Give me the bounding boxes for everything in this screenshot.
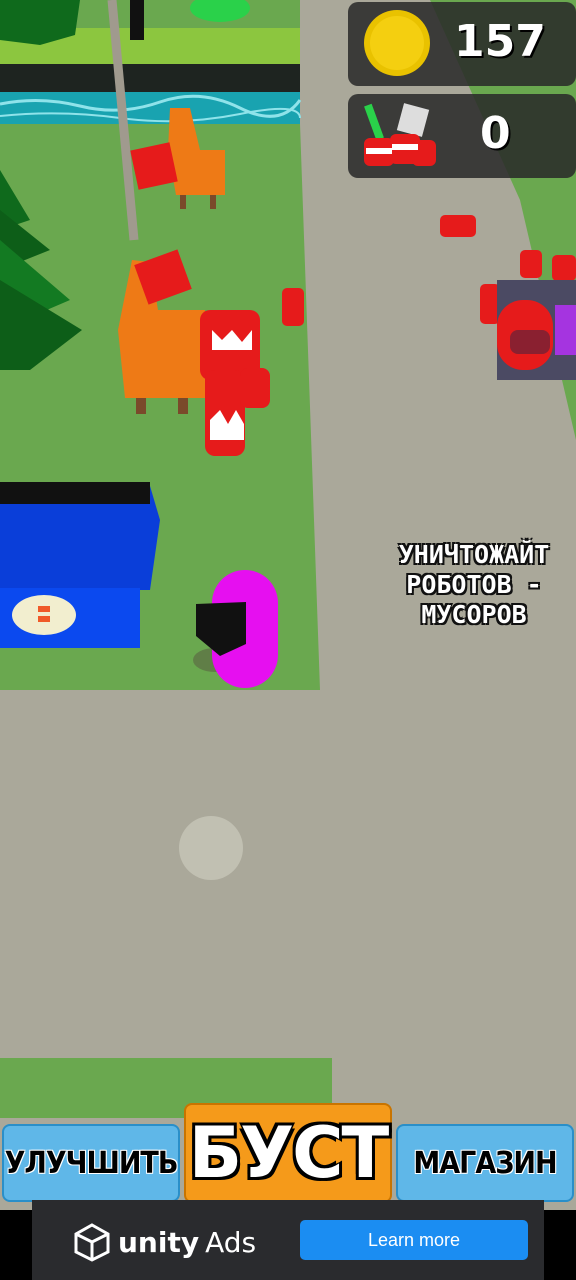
ad-brand-word: Ads [205,1225,257,1259]
coin-icon [364,10,430,76]
post [130,0,144,40]
unity-cube-icon [74,1223,110,1262]
game-viewport[interactable]: 157 0 УНИЧТОЖАЙТ РОБОТОВ - МУСОРОВ УЛУЧШ… [0,0,576,1280]
objective-hint: УНИЧТОЖАЙТ РОБОТОВ - МУСОРОВ [324,540,576,630]
upgrade-button[interactable]: УЛУЧШИТЬ [2,1124,180,1202]
hint-line: РОБОТОВ - [406,570,542,599]
game-world [0,0,576,1280]
hint-line: МУСОРОВ [421,600,527,629]
trash-count: 0 [480,108,511,159]
coin-count: 157 [454,16,546,67]
ad-banner[interactable]: unity Ads Learn more [32,1200,544,1280]
shop-button[interactable]: МАГАЗИН [396,1124,574,1202]
water-canal [0,92,300,124]
learn-more-button[interactable]: Learn more [300,1220,528,1260]
hint-line: УНИЧТОЖАЙТ [398,540,550,569]
trash-counter-panel: 0 [348,94,576,178]
canal-wall [0,64,300,94]
blue-trash-bin [0,482,160,648]
virtual-joystick [179,816,243,880]
coin-counter-panel: 157 [348,2,576,86]
unity-ads-logo: unity Ads [72,1222,256,1262]
trash-pile-icon [364,103,436,166]
ad-brand-word: unity [118,1225,200,1259]
boost-button[interactable]: БУСТ [184,1103,392,1203]
